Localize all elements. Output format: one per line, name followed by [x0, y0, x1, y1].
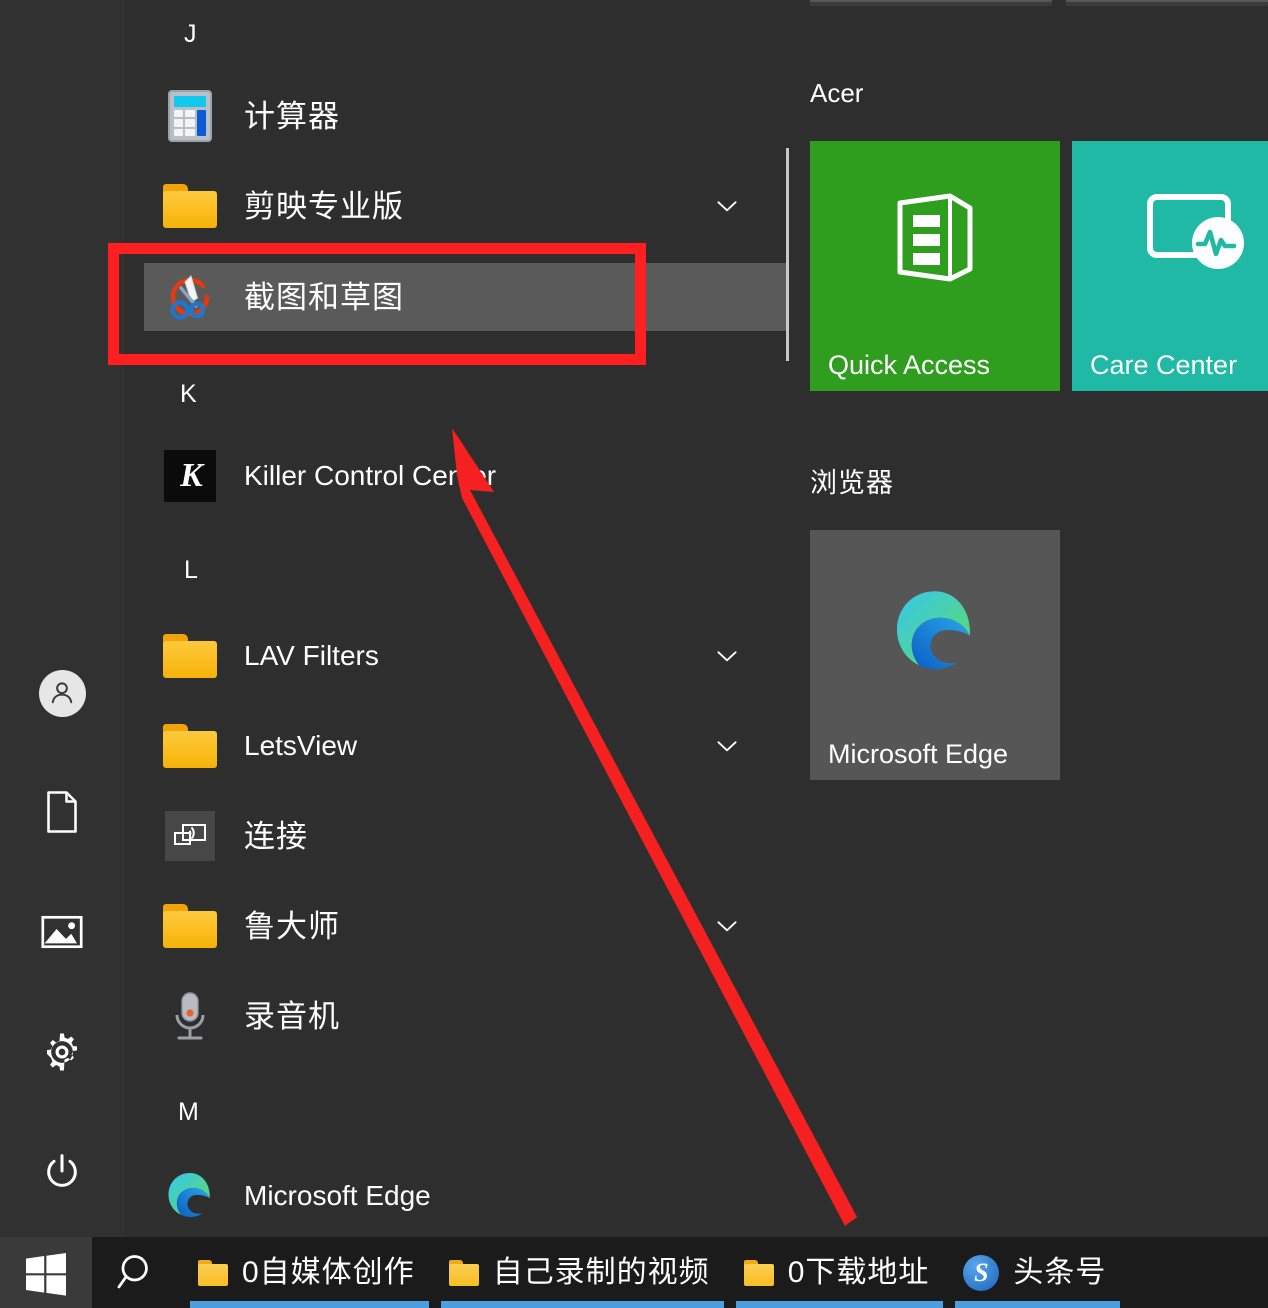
edge-icon [810, 586, 1060, 678]
chevron-down-icon[interactable] [714, 643, 740, 669]
app-list-item-killer-control-center[interactable]: K Killer Control Center [144, 442, 788, 510]
app-list-item-label: Microsoft Edge [244, 1182, 431, 1210]
folder-icon [162, 628, 218, 684]
taskbar-item-2[interactable]: 0下载地址 [730, 1237, 950, 1308]
tile-partial-top-right [1066, 0, 1268, 6]
letter-header-j: J [184, 22, 197, 47]
connect-icon [162, 808, 218, 864]
folder-icon [744, 1260, 774, 1286]
gear-icon [41, 1031, 83, 1073]
app-list-item-ludashi[interactable]: 鲁大师 [144, 892, 788, 960]
app-list-item-label: 鲁大师 [244, 911, 340, 942]
edge-icon [162, 1168, 218, 1224]
app-list[interactable]: J K L M 计算器 [124, 0, 788, 1237]
tile-label: Quick Access [828, 352, 990, 379]
app-list-item-connect[interactable]: 连接 [144, 802, 788, 870]
taskbar-item-label: 0下载地址 [788, 1258, 930, 1288]
tile-group-title-acer: Acer [810, 80, 863, 106]
tile-label: Care Center [1090, 352, 1237, 379]
app-list-item-jianying[interactable]: 剪映专业版 [144, 172, 788, 240]
start-menu: J K L M 计算器 [0, 0, 1268, 1237]
rail-item-account[interactable] [34, 665, 90, 721]
taskbar-active-indicator [736, 1301, 944, 1308]
voice-recorder-icon [162, 988, 218, 1044]
tile-microsoft-edge[interactable]: Microsoft Edge [810, 530, 1060, 780]
app-list-item-calculator[interactable]: 计算器 [144, 82, 788, 150]
tile-group-title-browsers: 浏览器 [810, 470, 894, 497]
letter-header-k: K [180, 382, 197, 407]
toutiao-icon: S [963, 1255, 999, 1291]
rail-item-pictures[interactable] [34, 904, 90, 960]
folder-icon [162, 178, 218, 234]
app-list-item-label: 剪映专业版 [244, 191, 404, 222]
app-list-item-label: 截图和草图 [244, 282, 404, 313]
tiles-pane: Acer Quick Access [788, 0, 1268, 1237]
app-list-item-label: 计算器 [244, 101, 340, 132]
snip-sketch-icon [162, 269, 218, 325]
taskbar-item-0[interactable]: 0自媒体创作 [184, 1237, 435, 1308]
tile-quick-access[interactable]: Quick Access [810, 141, 1060, 391]
taskbar-active-indicator [190, 1301, 429, 1308]
tile-care-center[interactable]: Care Center [1072, 141, 1268, 391]
letter-header-m: M [178, 1100, 199, 1125]
care-center-icon [1072, 187, 1268, 277]
letter-header-l: L [184, 558, 198, 583]
tile-partial-top-left [810, 0, 1052, 6]
quick-access-icon [810, 187, 1060, 287]
screen: J K L M 计算器 [0, 0, 1268, 1308]
app-list-item-lav-filters[interactable]: LAV Filters [144, 622, 788, 690]
windows-logo-icon [23, 1250, 69, 1296]
search-button[interactable] [92, 1237, 184, 1308]
app-list-item-label: LetsView [244, 732, 357, 760]
start-menu-left-rail [0, 0, 124, 1237]
user-avatar-icon [39, 670, 86, 717]
app-list-item-label: 连接 [244, 821, 308, 852]
calculator-icon [162, 88, 218, 144]
taskbar-item-label: 自己录制的视频 [493, 1258, 710, 1288]
pictures-icon [41, 914, 83, 950]
app-list-item-letsview[interactable]: LetsView [144, 712, 788, 780]
chevron-down-icon[interactable] [714, 913, 740, 939]
app-list-item-microsoft-edge[interactable]: Microsoft Edge [144, 1162, 788, 1230]
app-list-item-snip-and-sketch[interactable]: 截图和草图 [144, 263, 788, 331]
start-button[interactable] [0, 1237, 92, 1308]
folder-icon [162, 718, 218, 774]
chevron-down-icon[interactable] [714, 733, 740, 759]
power-icon [42, 1152, 82, 1192]
folder-icon [449, 1260, 479, 1286]
app-list-item-label: Killer Control Center [244, 462, 496, 490]
app-list-item-label: 录音机 [244, 1001, 340, 1032]
taskbar-item-label: 0自媒体创作 [242, 1258, 415, 1288]
app-list-item-label: LAV Filters [244, 642, 379, 670]
tile-label: Microsoft Edge [828, 741, 1008, 768]
taskbar: 0自媒体创作 自己录制的视频 0下载地址 S 头条号 [0, 1237, 1268, 1308]
rail-item-power[interactable] [34, 1144, 90, 1200]
app-list-item-voice-recorder[interactable]: 录音机 [144, 982, 788, 1050]
taskbar-item-1[interactable]: 自己录制的视频 [435, 1237, 730, 1308]
search-icon [116, 1251, 160, 1295]
document-icon [44, 791, 80, 833]
chevron-down-icon[interactable] [714, 193, 740, 219]
folder-icon [162, 898, 218, 954]
folder-icon [198, 1260, 228, 1286]
rail-item-settings[interactable] [34, 1024, 90, 1080]
taskbar-item-3[interactable]: S 头条号 [949, 1237, 1126, 1308]
taskbar-item-label: 头条号 [1013, 1258, 1106, 1288]
taskbar-active-indicator [955, 1301, 1120, 1308]
killer-control-center-icon: K [162, 448, 218, 504]
rail-item-documents[interactable] [34, 784, 90, 840]
taskbar-active-indicator [441, 1301, 724, 1308]
